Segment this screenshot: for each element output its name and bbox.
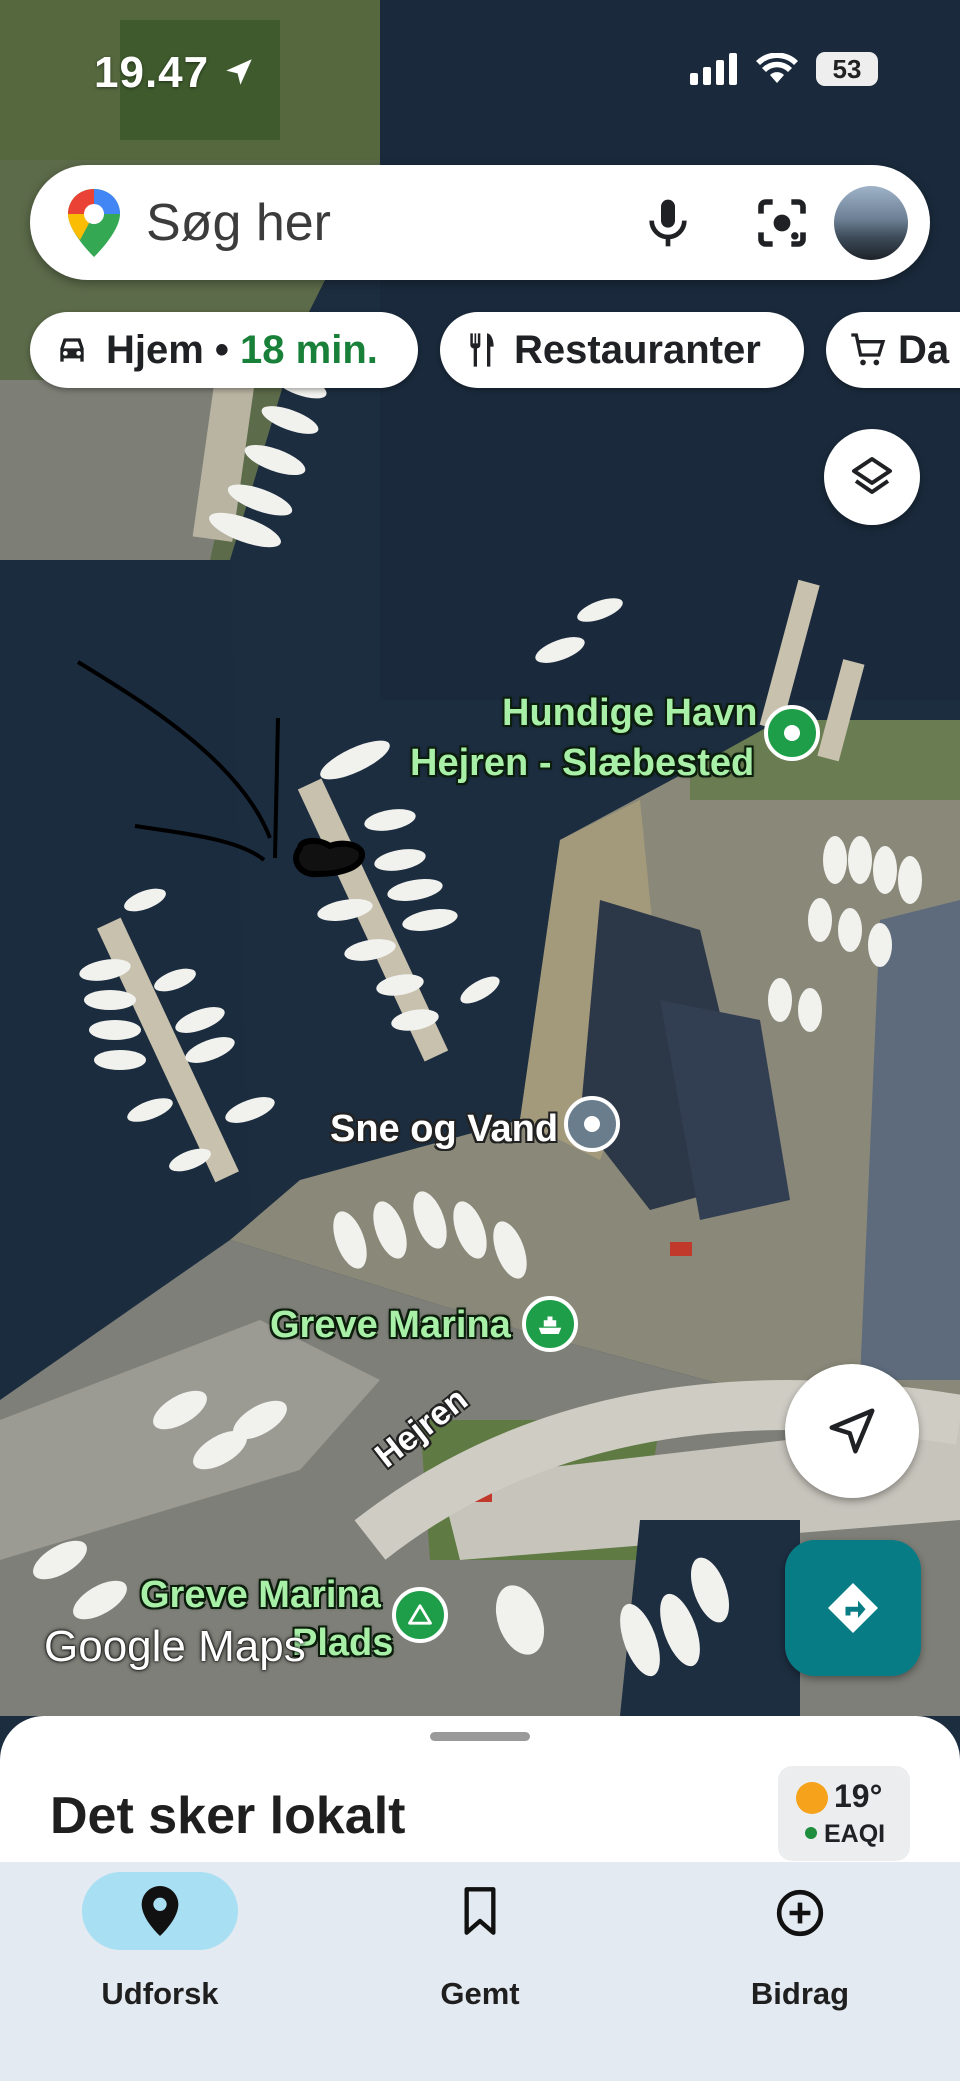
- bookmark-icon: [464, 1887, 496, 1935]
- air-quality-label: EAQI: [824, 1820, 886, 1848]
- google-maps-pin-icon: [68, 189, 120, 257]
- map-label-greve-marina[interactable]: Greve Marina: [270, 1304, 511, 1347]
- chip-home[interactable]: Hjem • 18 min.: [30, 312, 418, 388]
- nav-item-contribute[interactable]: Bidrag: [640, 1862, 960, 2081]
- map-label-greve-marina-plads-line1[interactable]: Greve Marina: [140, 1574, 381, 1617]
- directions-button[interactable]: [785, 1540, 921, 1676]
- map-label-hejren-slaebested[interactable]: Hejren - Slæbested: [410, 742, 754, 785]
- directions-icon: [828, 1583, 878, 1633]
- chip-restaurants[interactable]: Restauranter: [440, 312, 804, 388]
- chip-home-eta: 18 min.: [240, 327, 378, 372]
- search-bar[interactable]: Søg her: [30, 165, 930, 280]
- pin-dot-icon: [584, 1116, 600, 1132]
- status-icons: 53: [690, 52, 878, 86]
- weather-widget[interactable]: 19° EAQI: [778, 1766, 910, 1861]
- sheet-drag-handle[interactable]: [430, 1732, 530, 1741]
- location-arrow-icon: [226, 59, 253, 85]
- add-circle-icon: [776, 1889, 824, 1937]
- pin-dot-icon: [784, 725, 800, 741]
- weather-temperature: 19°: [834, 1778, 883, 1814]
- cellular-signal-icon: [690, 53, 737, 85]
- wifi-icon: [756, 53, 798, 83]
- location-pin-icon: [141, 1886, 179, 1936]
- sun-icon: [796, 1782, 828, 1814]
- chip-groceries-label: Da: [898, 327, 950, 372]
- place-marker-hundige-havn[interactable]: [764, 705, 820, 761]
- ferry-icon: [538, 1316, 562, 1334]
- chip-home-separator: •: [203, 327, 241, 372]
- place-marker-greve-marina-plads[interactable]: [392, 1587, 448, 1643]
- place-marker-greve-marina[interactable]: [522, 1296, 578, 1352]
- bottom-navigation: Udforsk Gemt Bidrag: [0, 1862, 960, 2081]
- microphone-icon[interactable]: [640, 195, 696, 251]
- map-label-greve-marina-plads-line2[interactable]: Plads: [292, 1622, 393, 1665]
- sheet-title: Det sker lokalt: [50, 1787, 406, 1845]
- nav-item-saved[interactable]: Gemt: [320, 1862, 640, 2081]
- navigation-arrow-icon: [829, 1408, 875, 1454]
- air-quality-dot-icon: [805, 1827, 817, 1839]
- profile-avatar[interactable]: [834, 186, 908, 260]
- status-bar: 19.47 53: [0, 0, 960, 130]
- nav-label-saved: Gemt: [440, 1976, 520, 2011]
- my-location-button[interactable]: [785, 1364, 919, 1498]
- clock-time: 19.47: [94, 48, 210, 97]
- battery-indicator: 53: [816, 52, 878, 86]
- google-lens-icon[interactable]: [754, 195, 810, 251]
- layers-icon: [852, 457, 892, 494]
- layers-button[interactable]: [824, 429, 920, 525]
- nav-item-explore[interactable]: Udforsk: [0, 1862, 320, 2081]
- nav-label-explore: Udforsk: [101, 1976, 219, 2011]
- chip-restaurants-label: Restauranter: [514, 327, 761, 372]
- map-label-hundige-havn[interactable]: Hundige Havn: [502, 692, 757, 735]
- clock: 19.47: [94, 48, 256, 98]
- battery-level: 53: [832, 53, 862, 84]
- campground-icon: [408, 1604, 432, 1625]
- map-label-sne-og-vand[interactable]: Sne og Vand: [330, 1108, 558, 1151]
- chip-groceries[interactable]: Da: [826, 312, 960, 388]
- bottom-sheet[interactable]: Det sker lokalt 19° EAQI: [0, 1716, 960, 1866]
- shopping-cart-icon: [851, 333, 886, 366]
- google-maps-watermark: Google Maps: [44, 1622, 306, 1671]
- search-input[interactable]: Søg her: [146, 193, 331, 253]
- chip-home-label: Hjem: [106, 327, 204, 372]
- nav-label-contribute: Bidrag: [750, 1976, 850, 2011]
- car-icon: [60, 338, 84, 362]
- restaurant-icon: [470, 333, 494, 367]
- place-marker-sne-og-vand[interactable]: [564, 1096, 620, 1152]
